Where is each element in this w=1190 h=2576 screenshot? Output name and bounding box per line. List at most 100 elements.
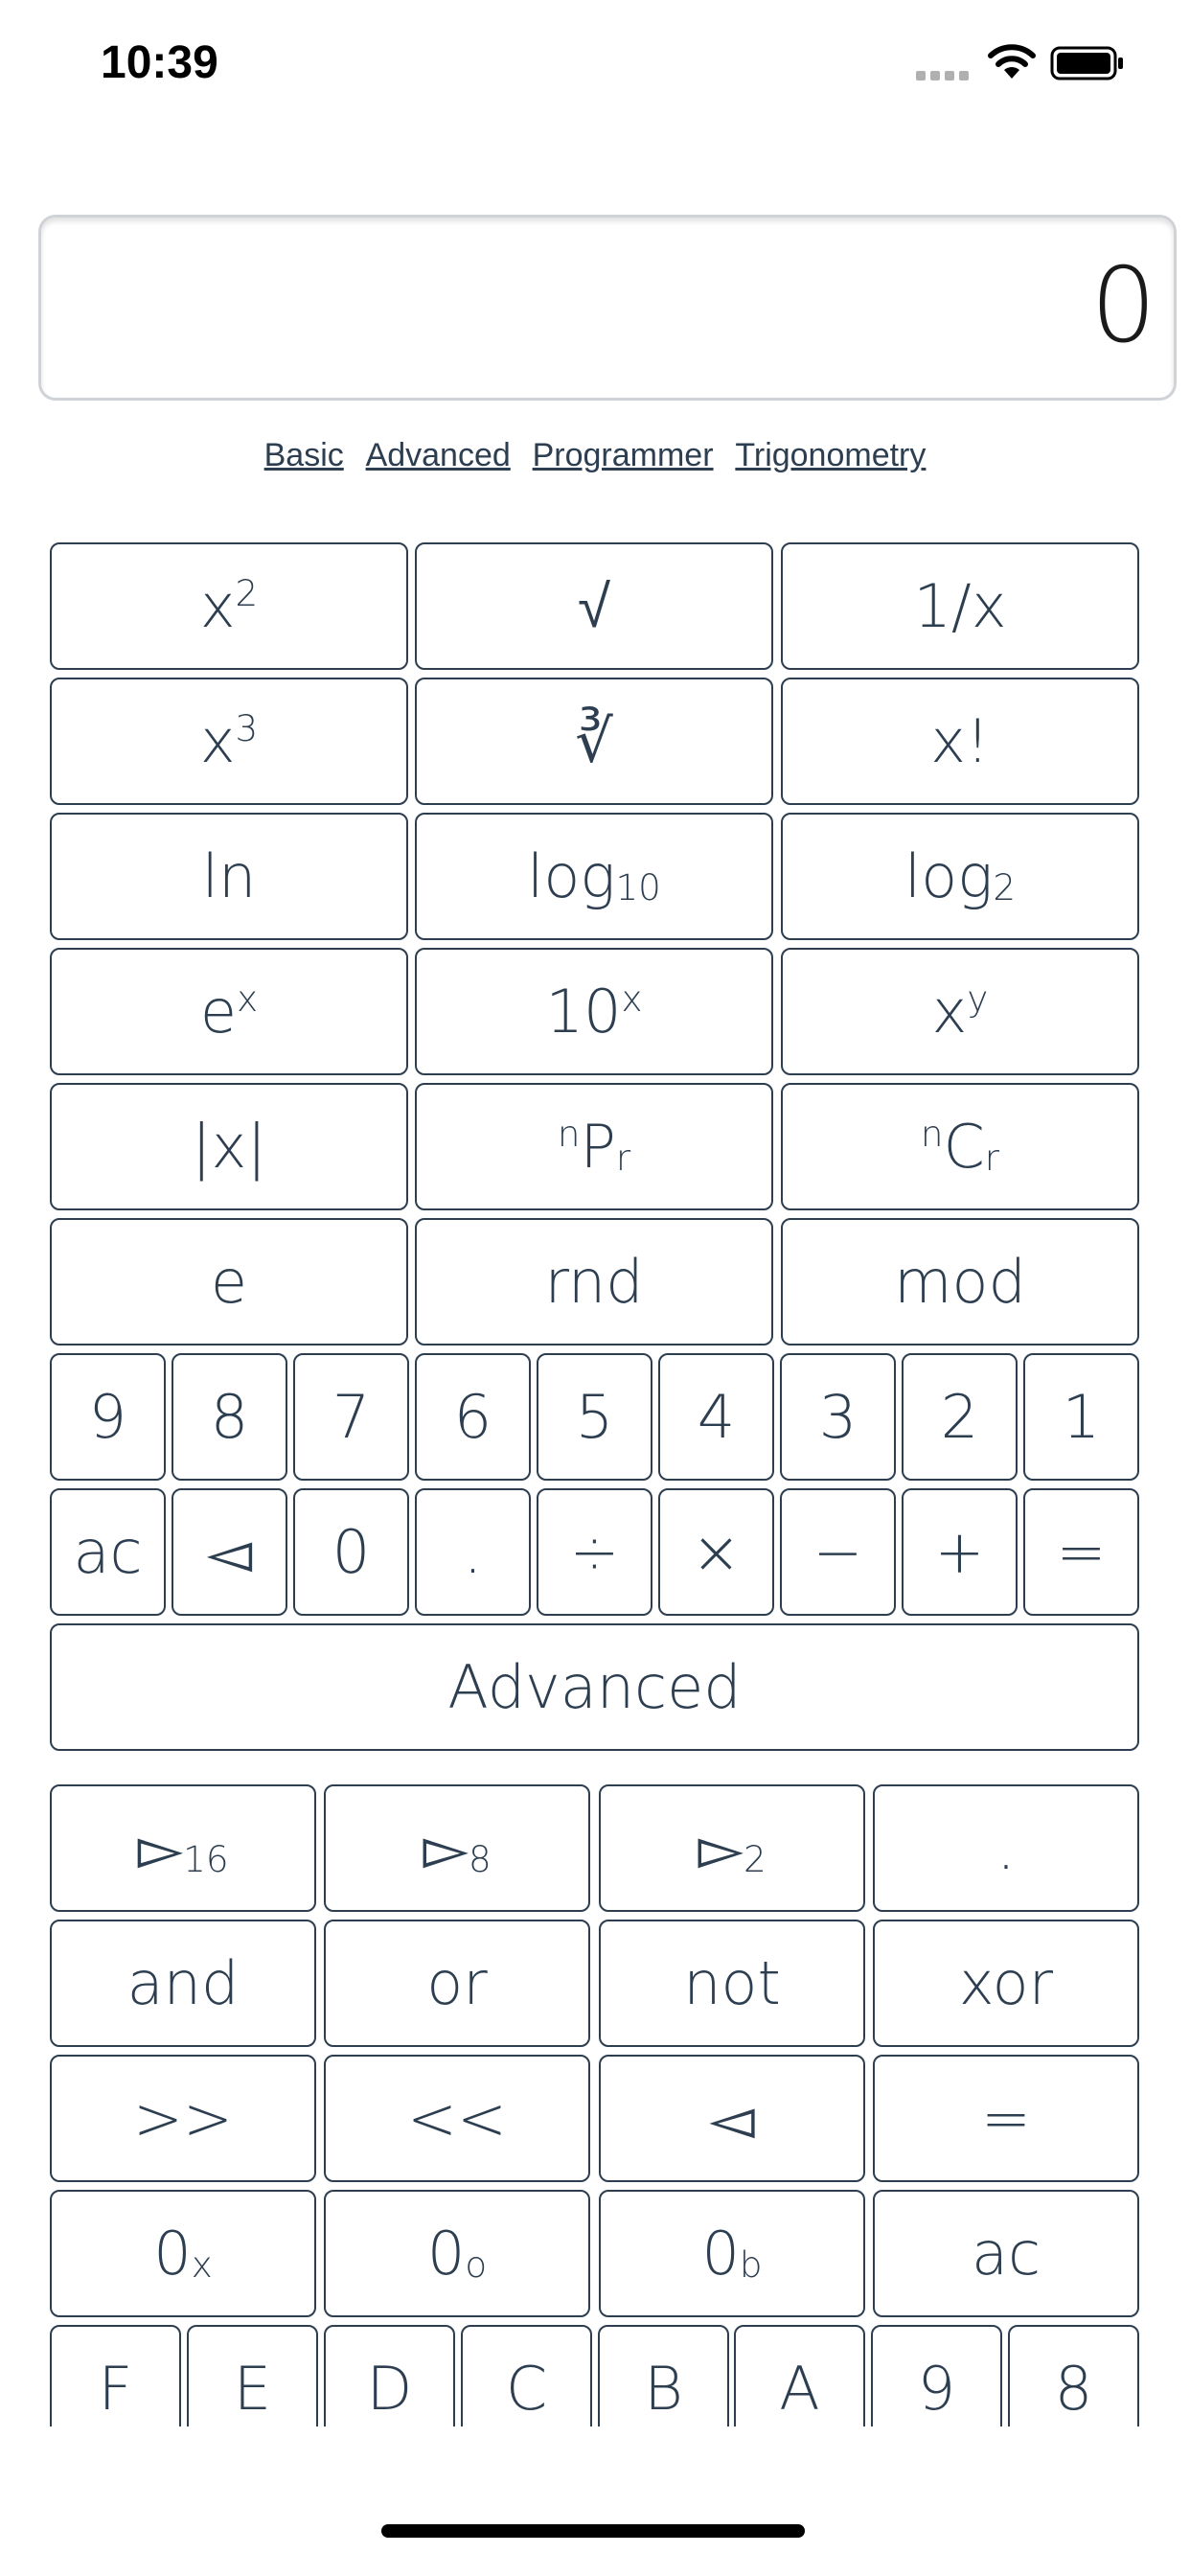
key-minus[interactable]: − [780,1488,896,1616]
key-label-base: and [126,1948,240,2018]
key-equals[interactable]: = [1023,1488,1139,1616]
key-label-base: 10 [545,977,622,1046]
key-digit-9[interactable]: 9 [50,1353,166,1481]
key-divide[interactable]: ÷ [537,1488,652,1616]
key-hex-f[interactable]: F [50,2325,181,2426]
key-label-sup: x [237,978,259,1021]
key-prog-convert[interactable]: ▻ 16 [50,1784,316,1912]
key-rnd[interactable]: rnd [415,1218,773,1346]
key-label-base: x [931,977,968,1046]
key-decimal[interactable]: . [415,1488,531,1616]
key-ln[interactable]: ln [50,813,408,940]
key-label-pre: n [920,1113,944,1156]
key-digit-6[interactable]: 6 [415,1353,531,1481]
key-prog-shift-left[interactable]: << [324,2055,590,2182]
key-0[interactable]: 0 [293,1488,409,1616]
key-ex[interactable]: ex [50,948,408,1075]
key-ncr[interactable]: nCr [781,1083,1139,1210]
key-label-base: ▻ [698,1813,744,1883]
key-label-base: ▻ [137,1813,184,1883]
key-label-sub: 2 [744,1837,767,1880]
key-hex-e[interactable]: E [187,2325,318,2426]
home-indicator[interactable] [381,2524,805,2538]
key-sqrt[interactable]: √ [415,542,773,670]
key-label-base: rnd [544,1247,644,1317]
key-label-base: √ [577,571,611,641]
key-digit-4[interactable]: 4 [658,1353,774,1481]
key-label-base: << [407,2083,507,2153]
key-reciprocal[interactable]: 1/x [781,542,1139,670]
key-prog-equals[interactable]: = [873,2055,1139,2182]
key-hex-9[interactable]: 9 [871,2325,1002,2426]
key-multiply[interactable]: × [658,1488,774,1616]
key-hex-b[interactable]: B [598,2325,729,2426]
key-prog-convert[interactable]: ▻ 2 [599,1784,865,1912]
key-label-pre: n [557,1113,581,1156]
key-prog-not[interactable]: not [599,1920,865,2047]
key-prog-backspace[interactable]: ◅ [599,2055,865,2182]
key-digit-3[interactable]: 3 [780,1353,896,1481]
key-abs[interactable]: |x| [50,1083,408,1210]
key-label-sub: o [465,2242,488,2286]
key-prog-shift-right[interactable]: >> [50,2055,316,2182]
key-mod[interactable]: mod [781,1218,1139,1346]
key-10x[interactable]: 10 x [415,948,773,1075]
key-label-base: 0 [701,2219,740,2288]
key-label-sub: 8 [469,1837,492,1880]
key-backspace[interactable]: ◅ [172,1488,287,1616]
key-label-base: C [943,1112,985,1182]
key-hex-8[interactable]: 8 [1008,2325,1139,2426]
key-label-sub: 2 [993,865,1017,908]
key-digit-2[interactable]: 2 [902,1353,1018,1481]
key-plus[interactable]: + [902,1488,1018,1616]
key-hex-a[interactable]: A [734,2325,865,2426]
key-label-base: x! [930,706,990,776]
key-label-base: not [683,1948,781,2018]
key-e[interactable]: e [50,1218,408,1346]
key-label-base: e [210,1247,248,1317]
key-label-base: e [199,977,238,1046]
key-digit-8[interactable]: 8 [172,1353,287,1481]
key-prog-and[interactable]: and [50,1920,316,2047]
key-label-base: ∛ [575,706,613,776]
key-prog-0o[interactable]: 0o [324,2190,590,2317]
key-label-base: = [981,2083,1031,2153]
key-cbrt[interactable]: ∛ [415,678,773,805]
key-digit-7[interactable]: 7 [293,1353,409,1481]
key-x2[interactable]: x2 [50,542,408,670]
key-prog-or[interactable]: or [324,1920,590,2047]
key-label-base: x [199,571,236,641]
key-prog-0x[interactable]: 0x [50,2190,316,2317]
key-label-base: P [580,1112,616,1182]
key-factorial[interactable]: x! [781,678,1139,805]
key-ac[interactable]: ac [50,1488,166,1616]
key-label-base: or [426,1948,488,2018]
key-label-base: >> [133,2083,233,2153]
key-prog-xor[interactable]: xor [873,1920,1139,2047]
key-label-base: |x| [191,1112,267,1182]
key-label-base: x [199,706,236,776]
key-npr[interactable]: nPr [415,1083,773,1210]
key-hex-c[interactable]: C [461,2325,592,2426]
key-prog-0b[interactable]: 0b [599,2190,865,2317]
key-prog-convert[interactable]: ▻ 8 [324,1784,590,1912]
key-label-sub: b [739,2242,763,2286]
key-label-sub: x [191,2242,213,2286]
key-label-base: ◅ [709,2083,755,2153]
key-log10[interactable]: log 10 [415,813,773,940]
key-label-base: xor [958,1948,1054,2018]
keypad: x 2 √ 1/x x 3 ∛ x! ln log 10 log 2 e x 10 x x y |x| n Pr n Cr e r… [0,0,1190,2426]
key-log2[interactable]: log 2 [781,813,1139,940]
key-digit-5[interactable]: 5 [537,1353,652,1481]
key-label-sup: x [621,978,643,1021]
key-x3[interactable]: x3 [50,678,408,805]
advanced-toggle-button[interactable]: Advanced [50,1623,1139,1751]
key-prog-ac[interactable]: ac [873,2190,1139,2317]
key-digit-1[interactable]: 1 [1023,1353,1139,1481]
key-label-sup: 3 [235,707,259,750]
key-label-base: 0 [153,2219,192,2288]
key-xy[interactable]: xy [781,948,1139,1075]
key-hex-d[interactable]: D [324,2325,455,2426]
key-prog-decimal[interactable]: . [873,1784,1139,1912]
key-label-base: ln [201,841,257,911]
